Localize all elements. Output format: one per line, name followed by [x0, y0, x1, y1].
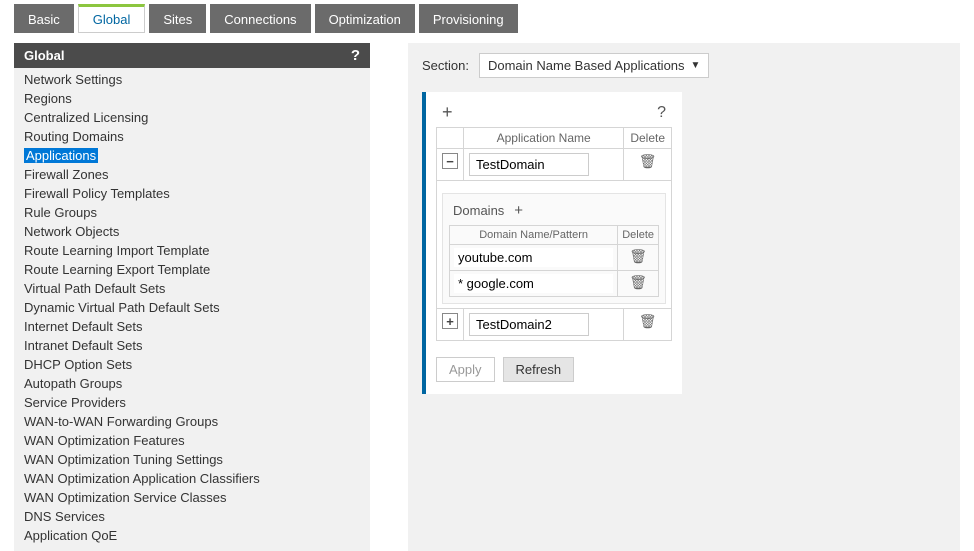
application-row-expanded: Domains + Domain Name/Pattern Delete: [437, 181, 672, 309]
domain-pattern-input[interactable]: [454, 274, 613, 293]
domain-row: 🗑: [450, 245, 659, 271]
sidebar-item-route-learning-export[interactable]: Route Learning Export Template: [14, 260, 370, 279]
sidebar-item-firewall-zones[interactable]: Firewall Zones: [14, 165, 370, 184]
tab-sites[interactable]: Sites: [149, 4, 206, 33]
panel-help-icon[interactable]: ?: [657, 104, 666, 122]
sidebar-item-regions[interactable]: Regions: [14, 89, 370, 108]
application-name-input[interactable]: [469, 313, 589, 336]
tab-global[interactable]: Global: [78, 4, 146, 33]
sidebar-list: Network Settings Regions Centralized Lic…: [14, 68, 370, 551]
applications-table: Application Name Delete − 🗑: [436, 127, 672, 341]
col-domain-name: Domain Name/Pattern: [450, 226, 618, 245]
col-delete: Delete: [624, 128, 672, 149]
sidebar-item-rule-groups[interactable]: Rule Groups: [14, 203, 370, 222]
tab-bar: Basic Global Sites Connections Optimizat…: [0, 0, 974, 43]
chevron-down-icon: ▼: [691, 60, 701, 71]
sidebar-item-internet-default-sets[interactable]: Internet Default Sets: [14, 317, 370, 336]
applications-panel: + ? Application Name Delete −: [422, 92, 682, 394]
tab-optimization[interactable]: Optimization: [315, 4, 415, 33]
help-icon[interactable]: ?: [351, 47, 360, 64]
domains-subpanel: Domains + Domain Name/Pattern Delete: [442, 193, 666, 304]
add-application-button[interactable]: +: [442, 102, 453, 123]
section-label: Section:: [422, 58, 469, 73]
apply-button[interactable]: Apply: [436, 357, 495, 382]
tab-provisioning[interactable]: Provisioning: [419, 4, 518, 33]
sidebar-item-wan-optimization-tuning-settings[interactable]: WAN Optimization Tuning Settings: [14, 450, 370, 469]
tab-connections[interactable]: Connections: [210, 4, 310, 33]
tab-basic[interactable]: Basic: [14, 4, 74, 33]
application-row: − 🗑: [437, 149, 672, 181]
sidebar-header: Global ?: [14, 43, 370, 68]
sidebar-item-wan-optimization-service-classes[interactable]: WAN Optimization Service Classes: [14, 488, 370, 507]
refresh-button[interactable]: Refresh: [503, 357, 575, 382]
application-row: + 🗑: [437, 309, 672, 341]
collapse-toggle[interactable]: −: [442, 153, 458, 169]
domain-row: 🗑: [450, 271, 659, 297]
section-row: Section: Domain Name Based Applications …: [422, 53, 946, 78]
sidebar-item-intranet-default-sets[interactable]: Intranet Default Sets: [14, 336, 370, 355]
add-domain-button[interactable]: +: [514, 202, 523, 219]
delete-domain-button[interactable]: 🗑: [618, 271, 659, 297]
col-domain-delete: Delete: [618, 226, 659, 245]
sidebar-item-routing-domains[interactable]: Routing Domains: [14, 127, 370, 146]
domain-pattern-input[interactable]: [454, 248, 613, 267]
sidebar-item-dns-services[interactable]: DNS Services: [14, 507, 370, 526]
sidebar-item-applications[interactable]: Applications: [14, 146, 370, 165]
delete-application-button[interactable]: 🗑: [624, 149, 672, 181]
section-select[interactable]: Domain Name Based Applications ▼: [479, 53, 709, 78]
sidebar-item-centralized-licensing[interactable]: Centralized Licensing: [14, 108, 370, 127]
col-application-name: Application Name: [464, 128, 624, 149]
sidebar-item-network-settings[interactable]: Network Settings: [14, 70, 370, 89]
sidebar-item-wan-optimization-features[interactable]: WAN Optimization Features: [14, 431, 370, 450]
sidebar-item-wan-to-wan-forwarding-groups[interactable]: WAN-to-WAN Forwarding Groups: [14, 412, 370, 431]
sidebar-item-firewall-policy-templates[interactable]: Firewall Policy Templates: [14, 184, 370, 203]
sidebar-item-wan-optimization-application-classifiers[interactable]: WAN Optimization Application Classifiers: [14, 469, 370, 488]
sidebar-item-autopath-groups[interactable]: Autopath Groups: [14, 374, 370, 393]
section-select-value: Domain Name Based Applications: [488, 58, 685, 73]
sidebar-title: Global: [24, 48, 64, 63]
sidebar-item-route-learning-import[interactable]: Route Learning Import Template: [14, 241, 370, 260]
sidebar-item-service-providers[interactable]: Service Providers: [14, 393, 370, 412]
domains-label: Domains: [453, 203, 504, 218]
sidebar-item-dynamic-virtual-path-default-sets[interactable]: Dynamic Virtual Path Default Sets: [14, 298, 370, 317]
delete-application-button[interactable]: 🗑: [624, 309, 672, 341]
expand-toggle[interactable]: +: [442, 313, 458, 329]
application-name-input[interactable]: [469, 153, 589, 176]
col-toggle: [437, 128, 464, 149]
sidebar-item-application-qoe[interactable]: Application QoE: [14, 526, 370, 545]
sidebar: Global ? Network Settings Regions Centra…: [14, 43, 370, 551]
domains-table: Domain Name/Pattern Delete 🗑: [449, 225, 659, 297]
sidebar-item-network-objects[interactable]: Network Objects: [14, 222, 370, 241]
panel-actions: Apply Refresh: [436, 357, 672, 382]
sidebar-item-dhcp-option-sets[interactable]: DHCP Option Sets: [14, 355, 370, 374]
content-area: Section: Domain Name Based Applications …: [408, 43, 960, 551]
delete-domain-button[interactable]: 🗑: [618, 245, 659, 271]
sidebar-item-virtual-path-default-sets[interactable]: Virtual Path Default Sets: [14, 279, 370, 298]
